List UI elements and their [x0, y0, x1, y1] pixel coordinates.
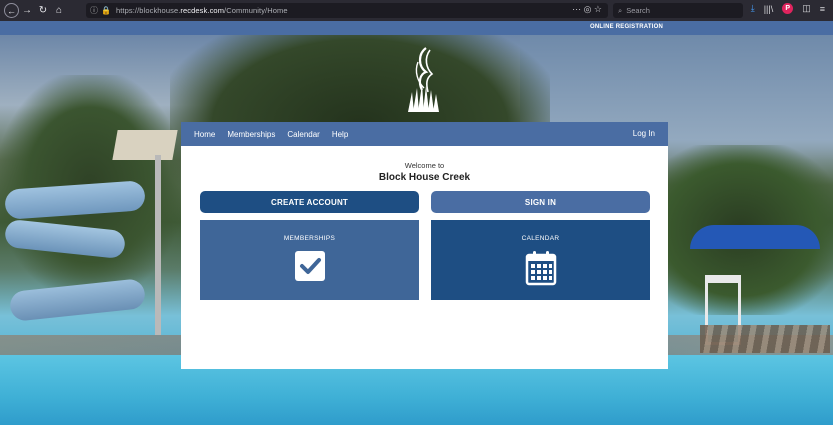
search-input[interactable]: ⌕ Search	[613, 3, 743, 18]
nav-calendar[interactable]: Calendar	[287, 130, 319, 139]
pocket-icon[interactable]: P	[782, 3, 794, 14]
home-icon[interactable]: ⌂	[51, 3, 67, 19]
checkmark-icon	[294, 251, 325, 281]
calendar-tile[interactable]: CALENDAR	[431, 220, 650, 300]
url-bar-tools[interactable]: ··· ◎ ☆	[572, 4, 602, 15]
lock-icon: 🔒	[101, 6, 111, 15]
lounge-chairs	[700, 325, 830, 353]
site-top-bar: ONLINE REGISTRATION	[0, 21, 833, 35]
reload-icon[interactable]: ↻	[35, 3, 51, 19]
login-link[interactable]: Log In	[633, 129, 655, 138]
download-icon[interactable]: ⤓	[751, 3, 755, 14]
library-icon[interactable]: |||\	[764, 4, 774, 14]
create-account-button[interactable]: CREATE ACCOUNT	[200, 191, 419, 213]
address-bar[interactable]: ⓘ 🔒 https://blockhouse.recdesk.com/Commu…	[86, 3, 608, 18]
calendar-tile-label: CALENDAR	[521, 235, 560, 242]
sidebar-icon[interactable]: ◫	[802, 3, 811, 14]
info-icon[interactable]: ⓘ	[90, 5, 98, 16]
block-house-creek-logo	[408, 47, 439, 112]
site-name: Block House Creek	[378, 172, 471, 183]
nav-home[interactable]: Home	[194, 130, 215, 139]
welcome-card: Welcome to Block House Creek CREATE ACCO…	[181, 146, 668, 369]
online-registration-label: ONLINE REGISTRATION	[589, 24, 663, 30]
back-icon[interactable]: ←	[4, 3, 19, 18]
memberships-tile-label: MEMBERSHIPS	[283, 235, 336, 242]
menu-icon[interactable]: ≡	[820, 4, 825, 14]
url-text: https://blockhouse.recdesk.com/Community…	[115, 6, 288, 15]
memberships-tile[interactable]: MEMBERSHIPS	[200, 220, 419, 300]
main-navigation: Home Memberships Calendar Help Log In	[181, 122, 668, 146]
sign-in-button[interactable]: SIGN IN	[431, 191, 650, 213]
slide-tower	[112, 130, 178, 160]
browser-toolbar: ← → ↻ ⌂ ⓘ 🔒 https://blockhouse.recdesk.c…	[0, 0, 833, 21]
toolbar-icons: ⤓ |||\ P ◫ ≡	[751, 3, 825, 14]
nav-help[interactable]: Help	[332, 130, 348, 139]
welcome-text: Welcome to	[404, 161, 445, 170]
search-icon: ⌕	[618, 5, 623, 15]
calendar-icon	[525, 251, 556, 286]
nav-memberships[interactable]: Memberships	[227, 130, 275, 139]
search-placeholder: Search	[626, 6, 650, 15]
forward-icon[interactable]: →	[19, 3, 35, 19]
umbrella	[690, 225, 820, 249]
slide-pole	[155, 155, 161, 335]
